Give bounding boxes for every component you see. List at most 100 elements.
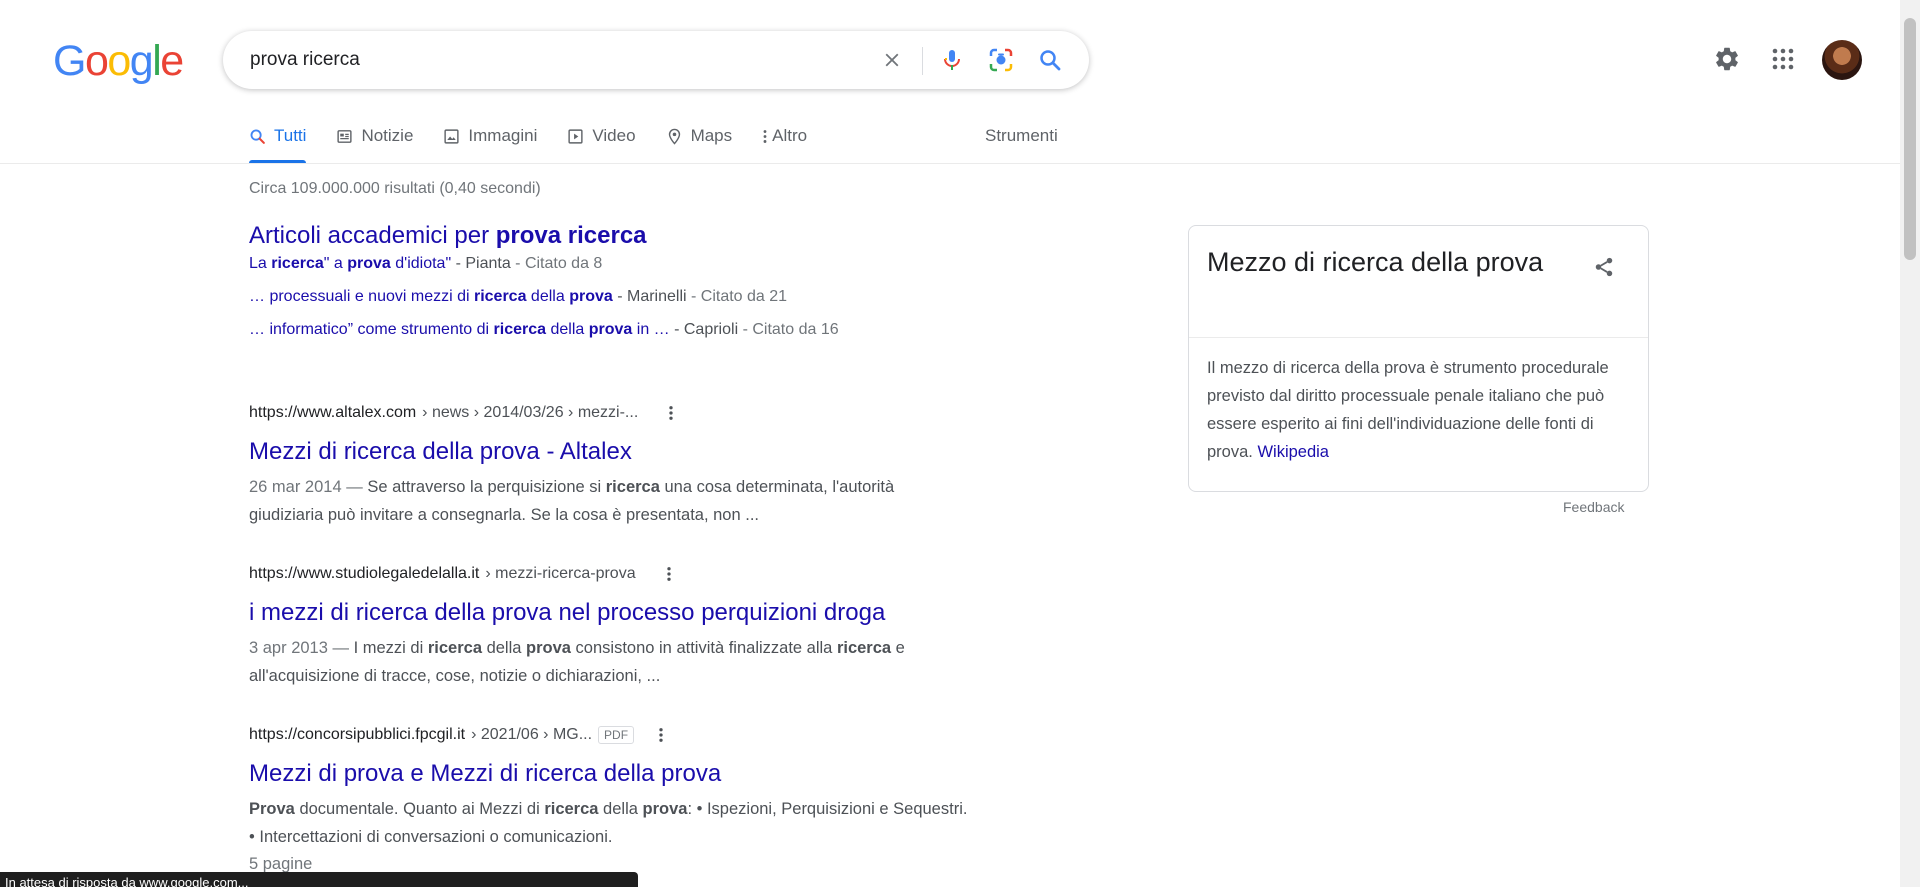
snippet-text: della: [482, 639, 527, 657]
logo-letter: e: [160, 37, 184, 85]
snippet-text: della: [598, 800, 643, 818]
result-options-button[interactable]: [652, 724, 670, 746]
result-options-button[interactable]: [662, 402, 680, 424]
scholar-item[interactable]: La ricerca" a prova d'idiota" - Pianta -…: [249, 255, 602, 273]
scholar-heading-prefix: Articoli accademici per: [249, 222, 496, 249]
tab-notizie[interactable]: Notizie: [336, 119, 413, 153]
tools-button[interactable]: Strumenti: [985, 119, 1058, 153]
apps-button[interactable]: [1767, 43, 1799, 75]
share-icon: [1595, 257, 1613, 277]
pdf-badge: PDF: [598, 726, 635, 744]
scrollbar-thumb[interactable]: [1904, 18, 1916, 260]
scholar-text: in …: [632, 321, 670, 338]
scholar-bold: ricerca: [473, 288, 527, 305]
share-button[interactable]: [1589, 252, 1619, 282]
scholar-item[interactable]: … informatico” come strumento di ricerca…: [249, 321, 839, 339]
scholar-author: - Pianta: [451, 255, 511, 272]
result-domain: https://concorsipubblici.fpcgil.it: [249, 726, 466, 743]
clear-button[interactable]: [877, 45, 907, 75]
scholar-author: - Marinelli: [612, 288, 687, 305]
result-url[interactable]: https://concorsipubblici.fpcgil.it › 202…: [249, 724, 969, 746]
snippet-text: Se attraverso la perquisizione si: [367, 478, 606, 496]
tabs-divider: [0, 163, 1900, 164]
result-snippet: 26 mar 2014 — Se attraverso la perquisiz…: [249, 473, 969, 529]
snippet-bold: prova: [642, 800, 688, 818]
close-icon: [885, 53, 899, 67]
scholar-text: … processuali e nuovi mezzi di: [249, 288, 474, 305]
snippet-bold: ricerca: [605, 478, 660, 496]
result-date: 26 mar 2014 —: [249, 478, 368, 496]
result-url[interactable]: https://www.altalex.com › news › 2014/03…: [249, 402, 969, 424]
newspaper-icon: [337, 129, 353, 143]
search-separator: [922, 47, 923, 75]
map-pin-icon: [668, 128, 680, 145]
settings-button[interactable]: [1711, 43, 1743, 75]
knowledge-panel-title: Mezzo di ricerca della prova: [1207, 247, 1544, 277]
scholar-cited: - Citato da 8: [510, 255, 603, 272]
voice-search-button[interactable]: [937, 45, 967, 75]
tab-label: Video: [592, 126, 636, 145]
result-title-link[interactable]: Mezzi di ricerca della prova - Altalex: [249, 437, 969, 467]
apps-grid-icon: [1772, 48, 1794, 70]
camera-icon: [989, 48, 1013, 72]
scholar-author: - Caprioli: [669, 321, 739, 338]
avatar[interactable]: [1822, 40, 1862, 80]
more-vert-icon: [669, 406, 673, 420]
wikipedia-link[interactable]: Wikipedia: [1257, 443, 1329, 461]
tab-maps[interactable]: Maps: [666, 119, 733, 153]
search-tabs: Tutti Notizie Immagini Video Maps Altro: [249, 119, 837, 163]
result-domain: https://www.altalex.com: [249, 404, 417, 421]
scholar-text: della: [546, 321, 589, 338]
search-submit-button[interactable]: [1035, 45, 1065, 75]
tab-label: Maps: [690, 126, 733, 145]
result-options-button[interactable]: [660, 563, 678, 585]
search-icon: [1040, 50, 1061, 71]
snippet-bold: ricerca: [427, 639, 482, 657]
more-vert-icon: [763, 129, 767, 143]
scholar-text: La: [249, 255, 272, 272]
tab-video[interactable]: Video: [567, 119, 636, 153]
snippet-text: documentale. Quanto ai Mezzi di: [294, 800, 545, 818]
search-result: https://www.altalex.com › news › 2014/03…: [249, 402, 969, 529]
knowledge-panel: Mezzo di ricerca della prova Il mezzo di…: [1188, 225, 1649, 492]
snippet-bold: prova: [526, 639, 571, 657]
search-input[interactable]: [250, 49, 850, 71]
scholar-item[interactable]: … processuali e nuovi mezzi di ricerca d…: [249, 288, 787, 306]
page-scrollbar[interactable]: [1900, 0, 1920, 887]
scholar-bold: ricerca: [271, 255, 324, 272]
image-icon: [444, 128, 459, 144]
result-title-link[interactable]: i mezzi di ricerca della prova nel proce…: [249, 598, 969, 628]
scholar-bold: prova: [588, 321, 633, 338]
result-path: › mezzi-ricerca-prova: [485, 565, 636, 582]
result-path: › news › 2014/03/26 › mezzi-...: [422, 404, 639, 421]
snippet-bold: Prova: [249, 800, 295, 818]
feedback-link[interactable]: Feedback: [1563, 499, 1624, 515]
scholar-text: " a: [323, 255, 348, 272]
scholar-cited: - Citato da 21: [686, 288, 788, 305]
more-vert-icon: [666, 567, 671, 581]
search-box: [223, 31, 1089, 89]
result-url[interactable]: https://www.studiolegaledelalla.it › mez…: [249, 563, 969, 585]
search-icon: [250, 129, 265, 144]
microphone-icon: [944, 50, 960, 70]
lens-search-button[interactable]: [986, 45, 1016, 75]
scholar-text: d'idiota": [390, 255, 452, 272]
tab-tutti[interactable]: Tutti: [249, 119, 307, 163]
tab-label: Notizie: [361, 126, 414, 145]
snippet-bold: ricerca: [836, 639, 892, 657]
tab-label: Immagini: [468, 126, 538, 145]
result-path: › 2021/06 › MG...: [471, 726, 593, 743]
tab-altro[interactable]: Altro: [762, 119, 807, 153]
logo-letter: o: [84, 37, 109, 85]
result-title-link[interactable]: Mezzi di prova e Mezzi di ricerca della …: [249, 759, 969, 789]
tab-label: Altro: [772, 126, 808, 145]
tab-immagini[interactable]: Immagini: [443, 119, 537, 153]
scholar-text: della: [526, 288, 570, 305]
logo-letter: g: [129, 37, 154, 85]
more-vert-icon: [659, 728, 663, 742]
scholar-heading-link[interactable]: Articoli accademici per prova ricerca: [249, 222, 647, 250]
result-snippet: 3 apr 2013 — I mezzi di ricerca della pr…: [249, 634, 969, 690]
google-logo[interactable]: Google: [53, 37, 184, 85]
snippet-text: I mezzi di: [353, 639, 428, 657]
browser-status-bar: In attesa di risposta da www.google.com.…: [0, 872, 638, 887]
